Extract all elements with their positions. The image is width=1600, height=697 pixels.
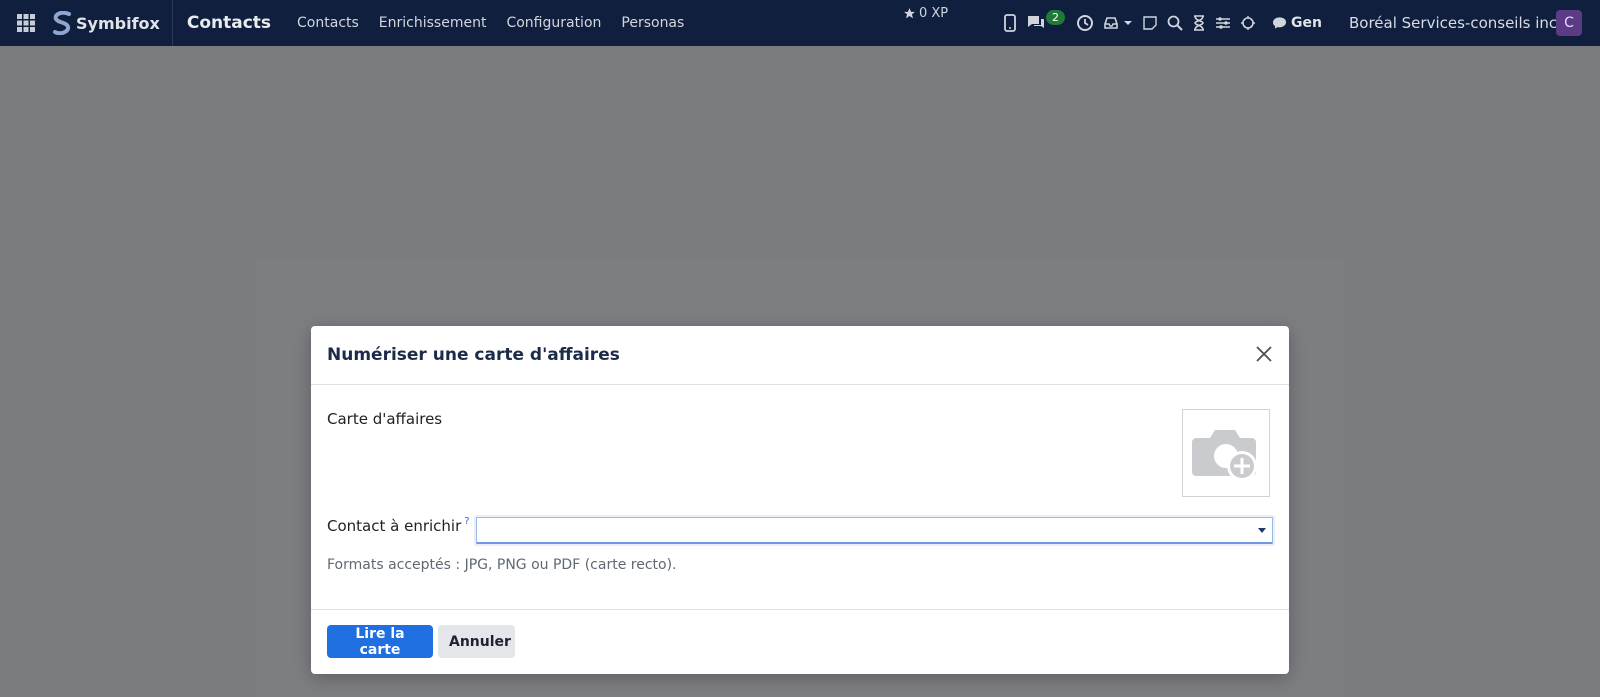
note-icon[interactable]: [1142, 15, 1158, 31]
xp-counter[interactable]: 0 XP: [903, 6, 948, 21]
contact-select[interactable]: [476, 517, 1273, 544]
cancel-button[interactable]: Annuler: [438, 625, 515, 658]
grid-icon: [17, 14, 35, 32]
apps-menu-button[interactable]: [0, 0, 52, 46]
close-icon: [1256, 346, 1272, 362]
gen-label: Gen: [1291, 15, 1322, 31]
search-icon[interactable]: [1167, 15, 1183, 31]
card-field-label: Carte d'affaires: [327, 410, 443, 428]
dialog-header: Numériser une carte d'affaires: [311, 326, 1289, 385]
symbifox-logo-icon: [53, 11, 71, 35]
menu-item-contacts[interactable]: Contacts: [297, 15, 359, 31]
contact-field-label-text: Contact à enrichir: [327, 517, 462, 535]
menu-item-personas[interactable]: Personas: [621, 15, 684, 31]
inbox-icon[interactable]: [1103, 15, 1119, 31]
top-navbar: Symbifox Contacts Contacts Enrichissemen…: [0, 0, 1600, 46]
close-button[interactable]: [1255, 345, 1275, 365]
camera-plus-icon: [1192, 430, 1257, 481]
sliders-icon[interactable]: [1215, 15, 1231, 31]
contact-field-label: Contact à enrichir?: [327, 516, 470, 535]
chevron-down-icon[interactable]: [1258, 528, 1266, 533]
read-card-button[interactable]: Lire la carte: [327, 625, 433, 658]
formats-hint: Formats acceptés : JPG, PNG ou PDF (cart…: [327, 557, 677, 573]
dialog-footer: Lire la carte Annuler: [311, 609, 1289, 675]
contact-input[interactable]: [481, 518, 1245, 542]
chat-icon[interactable]: [1026, 14, 1046, 32]
brand-logo[interactable]: Symbifox: [52, 0, 173, 46]
speech-bubble-icon: [1272, 17, 1287, 29]
clock-icon[interactable]: [1076, 14, 1094, 32]
help-tooltip-icon[interactable]: ?: [464, 516, 469, 527]
company-switcher[interactable]: Boréal Services-conseils inc.: [1349, 14, 1562, 32]
mobile-icon[interactable]: [1003, 14, 1017, 32]
card-image-upload[interactable]: [1182, 409, 1270, 497]
chat-count-badge: 2: [1046, 10, 1065, 25]
user-avatar[interactable]: C: [1556, 10, 1582, 36]
menu-item-configuration[interactable]: Configuration: [506, 15, 601, 31]
hourglass-icon[interactable]: [1192, 15, 1206, 31]
dialog-title: Numériser une carte d'affaires: [327, 345, 620, 365]
app-title[interactable]: Contacts: [187, 13, 271, 33]
menu-item-enrichissement[interactable]: Enrichissement: [379, 15, 487, 31]
gen-assistant-button[interactable]: Gen: [1272, 15, 1322, 31]
star-icon: [904, 8, 915, 19]
brand-name: Symbifox: [76, 13, 160, 33]
bug-icon[interactable]: [1240, 15, 1256, 31]
caret-down-icon[interactable]: [1123, 18, 1133, 28]
xp-value: 0 XP: [919, 6, 949, 21]
scan-card-dialog: Numériser une carte d'affaires Carte d'a…: [311, 326, 1289, 674]
